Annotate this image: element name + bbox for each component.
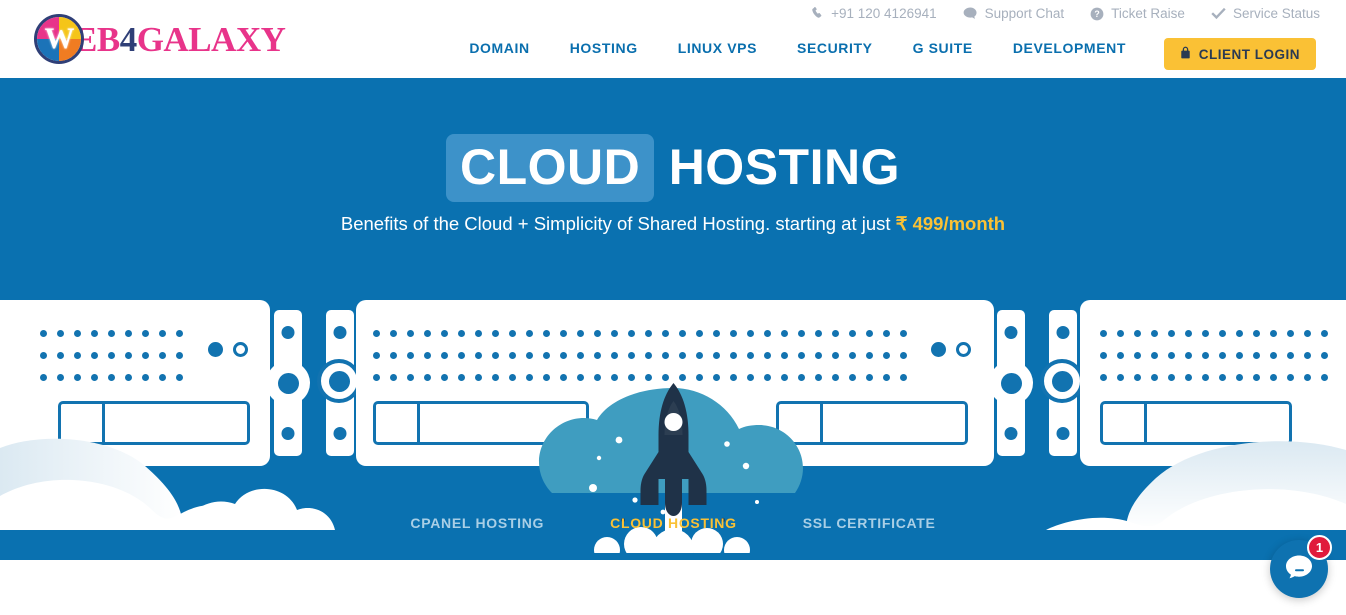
utility-support-chat[interactable]: Support Chat — [963, 6, 1065, 21]
phone-icon — [811, 7, 824, 20]
utility-bar: +91 120 4126941 Support Chat ? Ticket Ra… — [811, 6, 1320, 21]
logo-wordmark: EB4GALAXY — [74, 19, 286, 59]
client-login-label: CLIENT LOGIN — [1198, 46, 1300, 62]
bottom-cloud-decoration — [0, 430, 1346, 560]
nav-item-linux-vps[interactable]: LINUX VPS — [678, 40, 757, 56]
server-led-solid — [931, 342, 946, 357]
page-root: W EB4GALAXY +91 120 4126941 Support Chat — [0, 0, 1346, 615]
logo-text-four: 4 — [119, 19, 138, 59]
hero-price: ₹ 499/month — [895, 213, 1006, 234]
chat-bubble-icon — [1285, 554, 1313, 585]
svg-text:?: ? — [1094, 9, 1099, 19]
hosting-type-tabs: CPANEL HOSTING CLOUD HOSTING SSL CERTIFI… — [0, 515, 1346, 531]
nav-item-security[interactable]: SECURITY — [797, 40, 873, 56]
nav-item-development[interactable]: DEVELOPMENT — [1013, 40, 1126, 56]
hero-title-highlight: CLOUD — [446, 134, 655, 202]
utility-phone-label: +91 120 4126941 — [831, 6, 937, 21]
server-led-hollow — [233, 342, 248, 357]
server-led-hollow — [956, 342, 971, 357]
chat-unread-badge: 1 — [1307, 535, 1332, 560]
server-led-solid — [208, 342, 223, 357]
site-logo[interactable]: W EB4GALAXY — [34, 12, 286, 66]
rack-knob — [266, 361, 310, 405]
nav-item-domain[interactable]: DOMAIN — [469, 40, 529, 56]
server-dot-grid — [1100, 330, 1330, 385]
main-navigation: DOMAIN HOSTING LINUX VPS SECURITY G SUIT… — [469, 40, 1126, 56]
logo-mark-icon: W — [34, 14, 84, 64]
nav-item-hosting[interactable]: HOSTING — [570, 40, 638, 56]
hero-subtitle-text: Benefits of the Cloud + Simplicity of Sh… — [340, 213, 891, 234]
utility-phone[interactable]: +91 120 4126941 — [811, 6, 937, 21]
tab-ssl-certificate[interactable]: SSL CERTIFICATE — [803, 515, 936, 531]
chat-bubble-icon — [963, 7, 978, 20]
logo-w-letter: W — [44, 22, 75, 55]
rack-knob — [1040, 359, 1084, 403]
utility-ticket-raise[interactable]: ? Ticket Raise — [1090, 6, 1185, 21]
site-header: W EB4GALAXY +91 120 4126941 Support Chat — [0, 0, 1346, 78]
nav-item-g-suite[interactable]: G SUITE — [913, 40, 973, 56]
rack-knob — [989, 361, 1033, 405]
client-login-button[interactable]: CLIENT LOGIN — [1163, 38, 1316, 70]
utility-support-chat-label: Support Chat — [984, 6, 1065, 21]
hero-banner: CLOUD HOSTING Benefits of the Cloud + Si… — [0, 78, 1346, 560]
utility-service-status[interactable]: Service Status — [1211, 6, 1320, 21]
question-circle-icon: ? — [1090, 7, 1104, 21]
server-dot-grid — [373, 330, 907, 385]
logo-text-galaxy: GALAXY — [136, 19, 286, 59]
hero-title-rest: HOSTING — [668, 139, 900, 195]
hero-subtitle: Benefits of the Cloud + Simplicity of Sh… — [323, 209, 1023, 239]
tab-cpanel-hosting[interactable]: CPANEL HOSTING — [410, 515, 544, 531]
lock-icon — [1180, 46, 1191, 62]
rack-knob — [317, 359, 361, 403]
tab-cloud-hosting[interactable]: CLOUD HOSTING — [610, 515, 737, 531]
chat-widget[interactable]: 1 — [1270, 535, 1332, 598]
check-icon — [1211, 7, 1226, 20]
utility-ticket-raise-label: Ticket Raise — [1111, 6, 1185, 21]
server-dot-grid — [40, 330, 183, 385]
utility-service-status-label: Service Status — [1232, 6, 1320, 21]
hero-title: CLOUD HOSTING — [0, 134, 1346, 202]
